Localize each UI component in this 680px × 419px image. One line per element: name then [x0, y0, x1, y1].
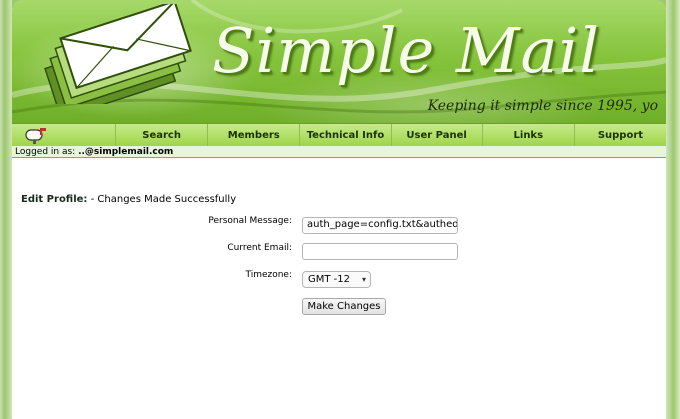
edit-profile-message: - Changes Made Successfully [90, 194, 237, 205]
main-content: Edit Profile: - Changes Made Successfull… [12, 159, 666, 419]
edit-profile-title: Edit Profile: [21, 194, 88, 205]
nav-members[interactable]: Members [207, 124, 299, 146]
nav-search[interactable]: Search [115, 124, 207, 146]
main-navigation: Search Members Technical Info User Panel… [12, 123, 666, 147]
edit-profile-heading: Edit Profile: - Changes Made Successfull… [21, 194, 236, 205]
timezone-selected-value: GMT -12 [308, 274, 350, 285]
nav-technical-info[interactable]: Technical Info [299, 124, 390, 146]
timezone-select[interactable]: GMT -12 ▾ [302, 271, 371, 288]
frame-right [666, 0, 680, 419]
nav-support[interactable]: Support [573, 124, 666, 146]
site-tagline: Keeping it simple since 1995, yo [427, 98, 658, 114]
personal-message-label: Personal Message: [208, 216, 292, 226]
nav-home[interactable] [12, 124, 115, 146]
current-email-input[interactable] [302, 243, 458, 260]
site-logo-text: Simple Mail [212, 14, 601, 87]
logged-in-user: ..@simplemail.com [78, 147, 174, 157]
logged-in-label: Logged in as: [15, 147, 76, 157]
envelope-stack-icon [44, 4, 192, 104]
frame-left [0, 0, 12, 419]
personal-message-input[interactable]: auth_page=config.txt&authed [302, 217, 458, 234]
timezone-label: Timezone: [245, 270, 292, 280]
make-changes-button[interactable]: Make Changes [302, 298, 386, 315]
site-banner: Simple Mail Keeping it simple since 1995… [12, 0, 666, 123]
chevron-down-icon: ▾ [361, 275, 366, 284]
mailbox-icon [25, 128, 46, 144]
page: Simple Mail Keeping it simple since 1995… [0, 0, 680, 419]
nav-user-panel[interactable]: User Panel [390, 124, 482, 146]
nav-links[interactable]: Links [481, 124, 574, 146]
current-email-label: Current Email: [227, 243, 292, 253]
login-status-bar: Logged in as: ..@simplemail.com [12, 146, 666, 158]
